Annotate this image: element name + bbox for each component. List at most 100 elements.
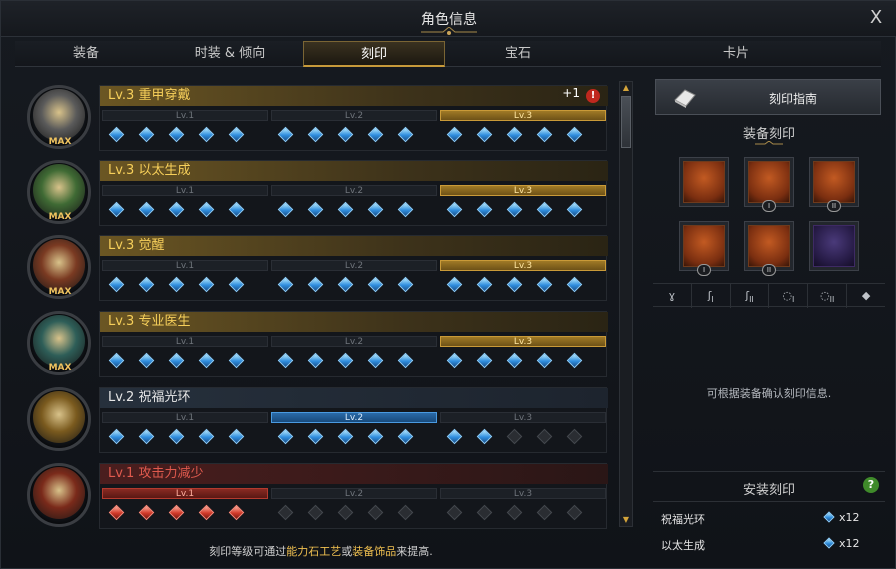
filter-earring-2[interactable]: ʃII: [731, 284, 770, 308]
level-bar: Lv.3: [440, 185, 606, 196]
gem-row: [108, 276, 268, 294]
level-bar: Lv.3: [440, 110, 606, 121]
filter-index: II: [829, 295, 835, 305]
engraving-gem-icon: [566, 201, 583, 218]
footer-prefix: 刻印等级可通过: [209, 545, 287, 558]
equipment-slot-earring-2[interactable]: II: [809, 157, 859, 212]
tab-4[interactable]: 卡片: [591, 41, 881, 67]
engraving-gem-icon: [446, 126, 463, 143]
tab-0[interactable]: 装备: [15, 41, 157, 67]
engraving-icon-frame: MAX: [25, 233, 95, 301]
engraving-row-body: Lv.3 专业医生 Lv.1 Lv.2 Lv.3: [99, 311, 608, 377]
engraving-guide-button[interactable]: 刻印指南: [655, 79, 881, 115]
engraving-row[interactable]: MAX Lv.3 以太生成 Lv.1 Lv.2 Lv.3: [23, 156, 608, 227]
filter-ring-1[interactable]: ◌I: [769, 284, 809, 308]
scroll-up-arrow-icon[interactable]: ▲: [621, 83, 631, 93]
gem-row: [277, 201, 437, 219]
engraving-gem-icon: [476, 276, 493, 293]
necklace-filter-icon: ɣ: [668, 289, 676, 302]
engraving-gem-icon: [367, 276, 384, 293]
engraving-gem-icon: [108, 201, 125, 218]
close-button[interactable]: X: [865, 7, 887, 29]
level-segment: Lv.1: [102, 110, 268, 150]
earring-icon: [748, 161, 790, 203]
level-bar: Lv.2: [271, 110, 437, 121]
level-segment: Lv.1: [102, 488, 268, 528]
level-segment: Lv.3: [440, 336, 606, 376]
engraving-gem-icon: [566, 352, 583, 369]
tab-2[interactable]: 刻印: [303, 41, 445, 67]
engraving-gem-icon: [536, 201, 553, 218]
level-segment: Lv.2: [271, 110, 437, 150]
equipment-slot-ring-2[interactable]: II: [744, 221, 794, 276]
equipment-info-text: 可根据装备确认刻印信息.: [706, 387, 832, 400]
max-label: MAX: [48, 287, 72, 297]
equipment-slot-ring-1[interactable]: I: [679, 221, 729, 276]
engraving-gem-icon: [446, 201, 463, 218]
equipment-slot-necklace[interactable]: [679, 157, 729, 207]
scroll-down-arrow-icon[interactable]: ▼: [621, 515, 631, 525]
level-segment: Lv.1: [102, 185, 268, 225]
engraving-gem-icon: [367, 428, 384, 445]
engraving-row[interactable]: MAX Lv.3 重甲穿戴 +1! Lv.1 Lv.2 Lv.3: [23, 81, 608, 152]
engraving-gem-icon: [108, 428, 125, 445]
installed-engraving-row: 以太生成 x12: [661, 535, 871, 553]
gem-row: [446, 504, 606, 522]
help-button[interactable]: ?: [863, 477, 879, 493]
engraving-gem-icon: [307, 352, 324, 369]
level-bar: Lv.1: [102, 488, 268, 499]
filter-necklace[interactable]: ɣ: [653, 284, 692, 308]
engraving-gem-icon: [506, 276, 523, 293]
level-segment: Lv.2: [271, 185, 437, 225]
engraving-gem-icon: [397, 352, 414, 369]
alert-icon[interactable]: !: [586, 89, 600, 103]
gem-row: [446, 428, 606, 446]
level-segment: Lv.2: [271, 412, 437, 452]
footer-suffix: 来提高.: [396, 545, 433, 558]
tab-bar: 装备 时装 & 倾向 刻印 宝石 卡片: [15, 41, 881, 67]
title-ornament-icon: [421, 27, 477, 35]
level-segment: Lv.3: [440, 110, 606, 150]
engraving-gem-icon: [476, 428, 493, 445]
engraving-gem-icon: [168, 126, 185, 143]
equipment-slot-earring-1[interactable]: I: [744, 157, 794, 212]
engraving-gem-icon: [138, 352, 155, 369]
title-bar[interactable]: 角色信息 X: [1, 1, 896, 37]
footer-highlight-ability-stone: 能力石工艺: [286, 545, 342, 558]
engraving-gem-icon: [277, 276, 294, 293]
side-panel: 刻印指南 装备刻印 I II I II ɣ ʃI ʃII ◌I ◌II ◆ 可根据装备确认刻印信…: [651, 75, 887, 563]
engraving-row[interactable]: MAX Lv.3 专业医生 Lv.1 Lv.2 Lv.3: [23, 307, 608, 378]
scroll-thumb[interactable]: [621, 96, 631, 148]
engraving-gem-icon: [307, 276, 324, 293]
engraving-row[interactable]: MAX Lv.3 觉醒 Lv.1 Lv.2 Lv.3: [23, 231, 608, 302]
engraving-gem-icon: [198, 504, 215, 521]
installed-engraving-row: 祝福光环 x12: [661, 509, 871, 527]
tab-1[interactable]: 时装 & 倾向: [157, 41, 303, 67]
filter-ring-2[interactable]: ◌II: [808, 284, 848, 308]
filter-earring-1[interactable]: ʃI: [692, 284, 731, 308]
tab-3[interactable]: 宝石: [445, 41, 591, 67]
section-ornament-icon: [755, 141, 783, 145]
level-segment: Lv.2: [271, 260, 437, 300]
equipment-slot-ability-stone[interactable]: [809, 221, 859, 271]
engraving-gem-icon: [337, 504, 354, 521]
engraving-list-scrollbar[interactable]: ▲ ▼: [619, 81, 633, 527]
heavy-armor-icon: [33, 89, 85, 141]
slot-index-badge: II: [762, 264, 776, 276]
equipped-engraving-title: 装备刻印: [742, 127, 795, 142]
level-bar: Lv.1: [102, 185, 268, 196]
engraving-gem-icon: [198, 352, 215, 369]
engraving-gem-icon: [476, 504, 493, 521]
gem-row: [108, 352, 268, 370]
filter-index: II: [749, 295, 754, 305]
engraving-gem-icon: [168, 276, 185, 293]
installed-engraving-title: 安装刻印: [742, 483, 795, 498]
filter-ability-stone[interactable]: ◆: [847, 284, 885, 308]
engraving-row[interactable]: Lv.1 攻击力减少 Lv.1 Lv.2 Lv.3: [23, 459, 608, 530]
ring-icon: [748, 225, 790, 267]
engraving-row[interactable]: Lv.2 祝福光环 Lv.1 Lv.2 Lv.3: [23, 383, 608, 454]
engraving-gem-icon: [337, 276, 354, 293]
necklace-icon: [683, 161, 725, 203]
engraving-gem-icon: [566, 428, 583, 445]
level-segment: Lv.1: [102, 412, 268, 452]
